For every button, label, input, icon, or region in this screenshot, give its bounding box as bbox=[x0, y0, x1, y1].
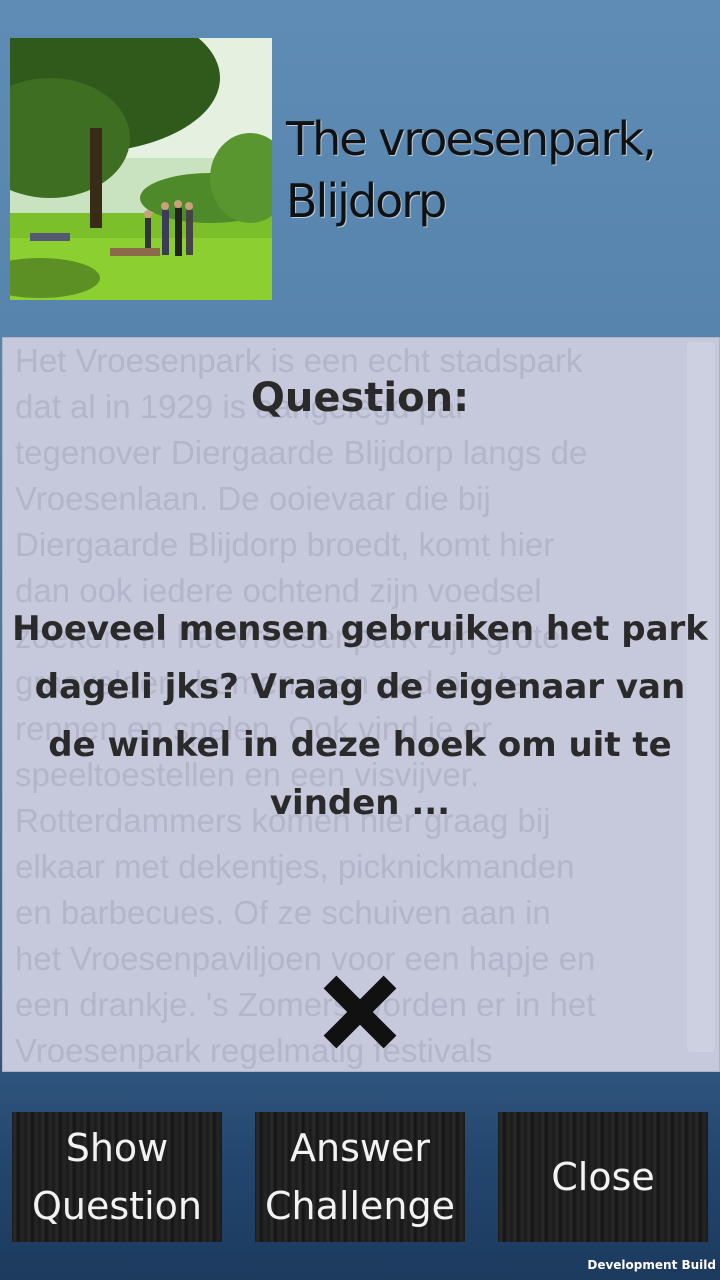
question-header: Question: bbox=[250, 375, 470, 421]
close-button[interactable]: Close bbox=[498, 1112, 708, 1242]
development-build-label: Development Build bbox=[587, 1258, 716, 1272]
place-photo bbox=[10, 38, 272, 300]
show-question-button[interactable]: Show Question bbox=[12, 1112, 222, 1242]
show-question-label: Show Question bbox=[32, 1126, 202, 1228]
place-title: The vroesenpark, Blijdorp bbox=[286, 112, 657, 228]
close-label: Close bbox=[551, 1155, 655, 1199]
answer-challenge-label: Answer Challenge bbox=[265, 1126, 455, 1228]
close-icon[interactable] bbox=[320, 972, 400, 1052]
question-text: Hoeveel mensen gebruiken het park dageli… bbox=[12, 609, 708, 823]
answer-challenge-button[interactable]: Answer Challenge bbox=[255, 1112, 465, 1242]
